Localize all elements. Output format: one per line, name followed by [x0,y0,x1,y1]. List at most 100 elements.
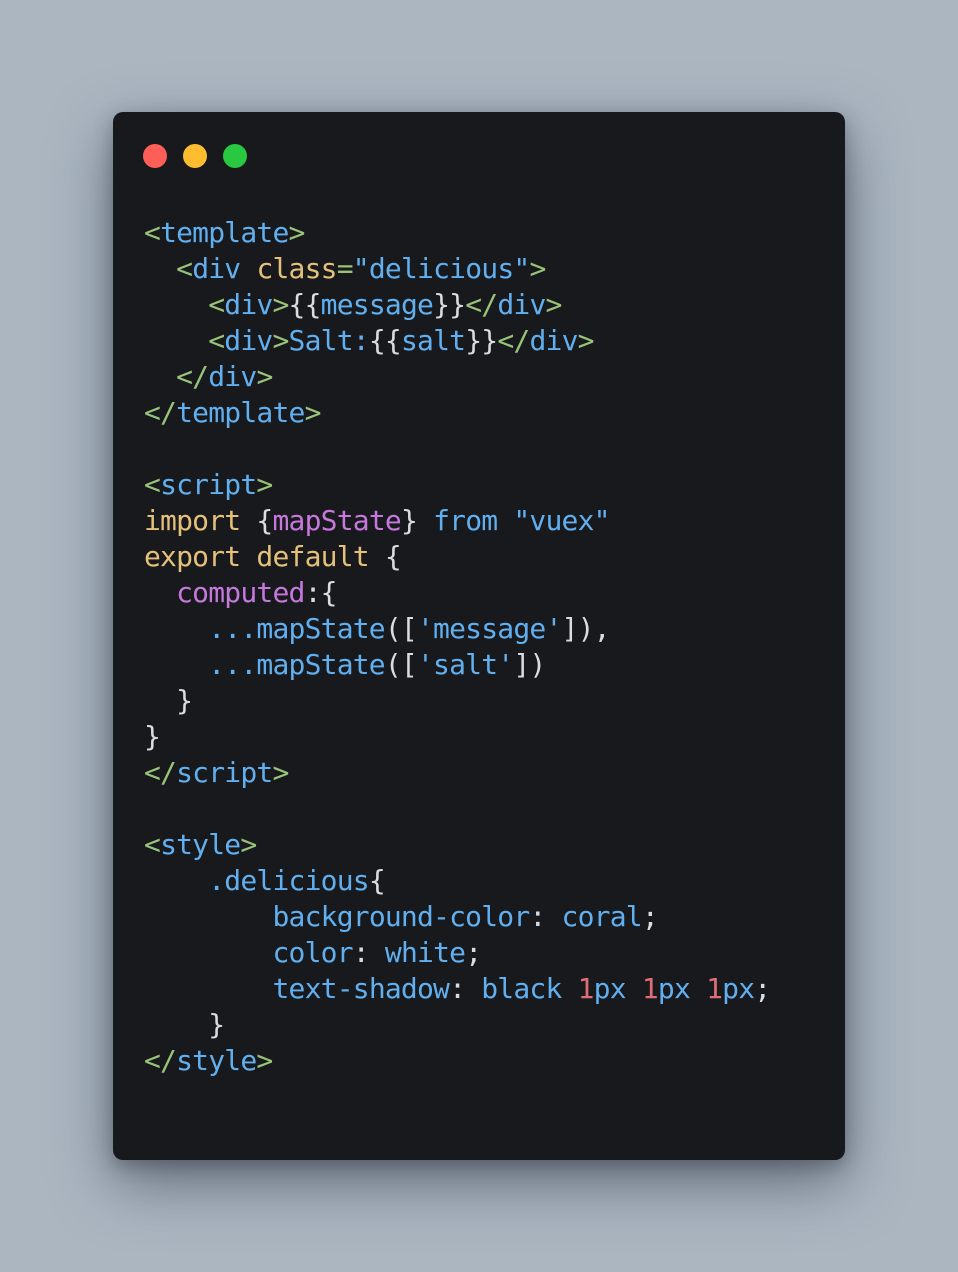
code-token: > [304,396,322,429]
code-token: div [224,288,273,321]
code-token: { [240,504,273,537]
code-token: < [144,468,161,501]
code-token: > [272,756,289,789]
code-line: <div>{{message}}</div> [144,287,770,323]
code-token: ([ [384,648,418,681]
window-controls [143,144,247,168]
code-token: > [545,288,563,321]
code-token: {{ [368,324,402,357]
code-token: < [208,324,225,357]
code-token: export [144,540,241,573]
code-line: background-color: coral; [144,899,770,935]
code-block: <template> <div class="delicious"> <div>… [144,215,771,1079]
code-line: <div class="delicious"> [144,251,770,287]
code-token: ([ [384,612,418,645]
code-token: {{ [288,288,322,321]
code-token: > [256,1044,273,1077]
code-token: div [208,360,257,393]
code-token: 1 [641,972,659,1005]
code-line: ...mapState(['message']), [144,611,770,647]
code-token: : [352,936,385,969]
code-token: </ [465,288,498,321]
code-line: </style> [144,1043,770,1079]
code-token: < [176,252,193,285]
code-window: <template> <div class="delicious"> <div>… [113,112,845,1160]
code-token: mapState [272,504,401,537]
code-token: script [176,756,273,789]
code-token: template [176,396,305,429]
code-line: ...mapState(['salt']) [144,647,770,683]
code-token: : [529,900,562,933]
code-token: div [224,324,273,357]
code-token: } [144,684,193,717]
code-token: black [481,972,562,1005]
code-token: < [144,216,161,249]
code-token: div [192,252,241,285]
code-token: 'salt' [417,648,514,681]
code-token: : [449,972,482,1005]
code-token: > [272,288,289,321]
code-line: <div>Salt:{{salt}}</div> [144,323,770,359]
code-token: } [144,1008,225,1041]
code-line: } [144,1007,770,1043]
minimize-dot[interactable] [183,144,207,168]
code-token: :{ [304,576,338,609]
code-token: div [529,324,578,357]
code-token: default [256,540,369,573]
code-line: import {mapState} from "vuex" [144,503,770,539]
code-token: > [272,324,289,357]
code-token: 1 [706,972,723,1005]
code-token: </ [176,360,209,393]
code-line: <style> [144,827,770,863]
code-token: > [256,468,273,501]
code-token: 1 [577,972,595,1005]
code-token: px [593,972,627,1005]
code-token: text-shadow [272,972,450,1005]
code-token: style [160,828,241,861]
code-token: > [288,216,306,249]
code-token: template [160,216,289,249]
code-token: px [657,972,691,1005]
code-token: }} [465,324,498,357]
code-token: background-color [272,900,530,933]
maximize-dot[interactable] [223,144,247,168]
code-token: color [272,936,353,969]
code-token: import [144,504,241,537]
code-token: ...mapState [208,648,385,681]
code-token: > [240,828,257,861]
code-line: <script> [144,467,770,503]
code-token: div [497,288,546,321]
code-token: ; [754,972,771,1005]
code-token: script [160,468,257,501]
code-token: .delicious [208,864,369,897]
code-token: { [368,540,402,573]
code-token: </ [144,396,177,429]
code-token: from [433,504,498,537]
code-line: text-shadow: black 1px 1px 1px; [144,971,771,1007]
code-line: </div> [144,359,770,395]
code-token: class [256,252,337,285]
close-dot[interactable] [143,144,167,168]
code-line: export default { [144,539,770,575]
code-token: </ [497,324,530,357]
code-token: "vuex" [513,504,610,537]
code-line: computed:{ [144,575,770,611]
code-token: "delicious" [352,252,530,285]
code-token: coral [561,900,643,933]
code-token: = [336,252,354,285]
